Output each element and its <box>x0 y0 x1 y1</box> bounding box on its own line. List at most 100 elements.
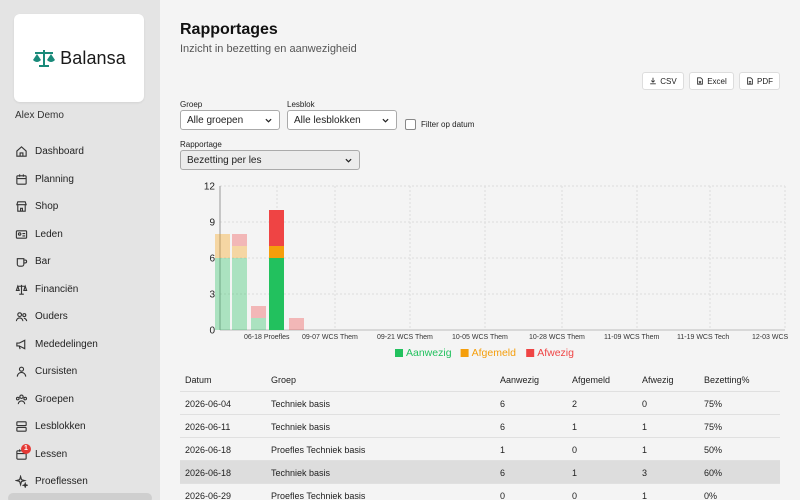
rapportage-select[interactable]: Bezetting per les <box>180 150 360 170</box>
bar-segment <box>269 210 284 246</box>
table-cell: 1 <box>572 468 578 478</box>
sidebar-item-financien[interactable]: Financiën <box>0 276 160 304</box>
export-excel-button[interactable]: Excel <box>689 72 734 90</box>
table-cell: 0% <box>704 491 718 500</box>
lesblok-select-value: Alle lesblokken <box>294 114 361 126</box>
y-tick-label: 12 <box>204 182 216 193</box>
sidebar-item-groepen[interactable]: Groepen <box>0 386 160 414</box>
bar-segment <box>232 246 247 258</box>
table-cell: 2026-06-18 <box>185 445 232 455</box>
sidebar-item-ouders[interactable]: Ouders <box>0 303 160 331</box>
sidebar-item-label: Planning <box>35 173 74 185</box>
file-icon <box>697 77 704 85</box>
table-cell: 6 <box>500 422 506 432</box>
logo-card[interactable]: Balansa <box>14 14 144 102</box>
sidebar-item-label: Lesblokken <box>35 421 86 433</box>
groep-select[interactable]: Alle groepen <box>180 110 280 130</box>
table-cell: 6 <box>500 399 506 409</box>
bar-segment <box>215 234 230 258</box>
table-cell: Techniek basis <box>271 399 331 409</box>
y-tick-label: 6 <box>209 254 215 265</box>
rapportage-select-value: Bezetting per les <box>187 154 262 166</box>
table-cell: 0 <box>572 445 578 455</box>
page-subtitle: Inzicht in bezetting en aanwezigheid <box>180 43 357 55</box>
table-cell: 75% <box>704 399 723 409</box>
bar-segment <box>251 306 266 318</box>
sidebar-item-cursisten[interactable]: Cursisten <box>0 358 160 386</box>
shop-icon <box>16 201 27 212</box>
table-cell: 1 <box>572 422 578 432</box>
table-row[interactable]: 2026-06-18 Techniek basis 6 1 3 60% <box>180 461 780 484</box>
lesblok-label: Lesblok <box>287 100 315 109</box>
chevron-down-icon <box>382 118 389 123</box>
bezetting-chart: 0 3 6 9 12 06-18 Proefles 09-07 WCS Them 09-21 … <box>204 182 790 360</box>
table-header-cell: Aanwezig <box>500 375 540 385</box>
x-tick-label: 09-07 WCS Them <box>302 334 358 341</box>
home-icon <box>16 146 27 157</box>
page-title: Rapportages <box>180 21 278 38</box>
table-header-cell: Bezetting% <box>704 375 750 385</box>
table-cell: 2026-06-11 <box>185 422 231 432</box>
table-header-cell: Groep <box>271 375 297 385</box>
sidebar-item-shop[interactable]: Shop <box>0 193 160 221</box>
sidebar-item-label: Proeflessen <box>35 476 88 488</box>
megaphone-icon <box>16 339 26 350</box>
table-cell: 60% <box>704 468 723 478</box>
sidebar-item-bar[interactable]: Bar <box>0 248 160 276</box>
table-cell: Techniek basis <box>271 422 331 432</box>
table-header-cell: Afwezig <box>642 375 674 385</box>
sidebar-item-lesblokken[interactable]: Lesblokken <box>0 413 160 441</box>
y-tick-label: 0 <box>209 326 215 337</box>
sidebar-item-leden[interactable]: Leden <box>0 221 160 249</box>
sidebar-item-planning[interactable]: Planning <box>0 166 160 194</box>
sidebar-scroll-item[interactable] <box>8 493 152 500</box>
id-card-icon <box>15 229 28 239</box>
table-cell: 6 <box>500 468 506 478</box>
bar-segment <box>269 246 284 258</box>
table-row[interactable]: 2026-06-04 Techniek basis 6 2 0 75% <box>180 392 780 415</box>
table-header-cell: Afgemeld <box>572 375 611 385</box>
x-tick-label: 11-09 WCS Them <box>604 334 660 341</box>
notification-badge: 1 <box>21 443 31 454</box>
sidebar-item-mededelingen[interactable]: Mededelingen <box>0 331 160 359</box>
export-csv-button[interactable]: CSV <box>642 72 684 90</box>
sidebar-item-lessen[interactable]: 1 Lessen <box>0 441 160 469</box>
table-cell: 1 <box>642 422 648 432</box>
bar-segment <box>232 258 247 330</box>
table-cell: 1 <box>642 491 648 500</box>
filter-datum-checkbox[interactable] <box>405 119 416 130</box>
legend-label: Aanwezig <box>406 347 452 359</box>
table-row[interactable]: 2026-06-29 Proefles Techniek basis 0 0 1 0% <box>180 484 780 500</box>
sidebar-item-dashboard[interactable]: Dashboard <box>0 138 160 166</box>
layers-icon <box>16 421 27 432</box>
x-tick-label: 12-03 WCS Tech <box>752 334 790 341</box>
table-cell: 2 <box>572 399 578 409</box>
table-row[interactable]: 2026-06-11 Techniek basis 6 1 1 75% <box>180 415 780 438</box>
user-name: Alex Demo <box>15 110 64 121</box>
table-cell: 0 <box>500 491 506 500</box>
table-cell: 0 <box>642 399 648 409</box>
table-cell: 2026-06-04 <box>185 399 232 409</box>
mug-icon <box>16 258 28 267</box>
legend-swatch <box>395 349 403 357</box>
legend-swatch <box>460 349 469 357</box>
group-icon <box>15 394 28 405</box>
bar-segment <box>269 258 284 330</box>
lesblok-select[interactable]: Alle lesblokken <box>287 110 397 130</box>
groep-select-value: Alle groepen <box>187 114 244 126</box>
bar-segment <box>289 318 304 330</box>
table-cell: 2026-06-18 <box>185 468 232 478</box>
main-content: Rapportages Inzicht in bezetting en aanw… <box>160 0 800 500</box>
legend-label: Afwezig <box>537 347 574 359</box>
sidebar-item-label: Financiën <box>35 283 79 295</box>
export-pdf-label: PDF <box>757 76 773 86</box>
sidebar-item-label: Leden <box>35 228 63 240</box>
table-row[interactable]: 2026-06-18 Proefles Techniek basis 1 0 1 50% <box>180 438 780 461</box>
table-cell: Proefles Techniek basis <box>271 491 366 500</box>
x-tick-label: 06-18 Proefles <box>244 334 290 341</box>
file-icon <box>747 77 753 85</box>
sidebar-item-proeflessen[interactable]: Proeflessen <box>0 468 160 496</box>
scale-icon <box>15 284 28 295</box>
export-pdf-button[interactable]: PDF <box>739 72 780 90</box>
export-csv-label: CSV <box>660 76 677 86</box>
